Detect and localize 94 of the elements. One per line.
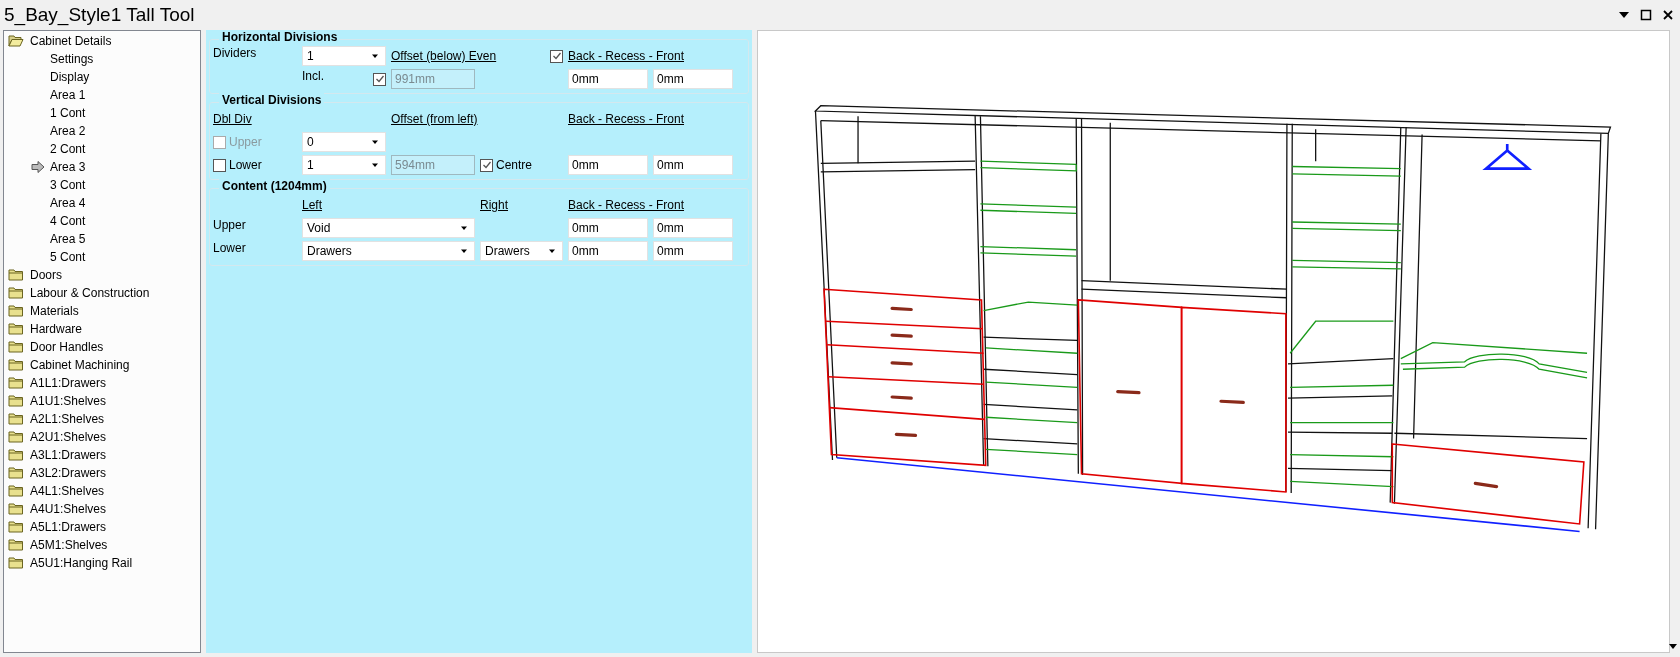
- folder-icon: [8, 376, 24, 390]
- checkbox[interactable]: [373, 72, 386, 86]
- caret-icon: [460, 224, 468, 232]
- input-field[interactable]: 0mm: [653, 69, 733, 89]
- input-field[interactable]: 0mm: [653, 155, 733, 175]
- dropdown[interactable]: Drawers: [302, 241, 475, 261]
- tree-item[interactable]: 1 Cont: [4, 104, 86, 122]
- tree-item[interactable]: A3L2:Drawers: [4, 464, 107, 482]
- window-title: 5_Bay_Style1 Tall Tool: [4, 4, 195, 26]
- dropdown[interactable]: 1: [302, 46, 386, 66]
- tree-item[interactable]: A5L1:Drawers: [4, 518, 107, 536]
- folder-icon: [8, 448, 24, 462]
- caret-icon: [548, 247, 556, 255]
- input-field[interactable]: 0mm: [653, 218, 733, 238]
- column-heading: Left: [302, 198, 322, 212]
- tree-item[interactable]: A2L1:Shelves: [4, 410, 105, 428]
- dropdown[interactable]: 1: [302, 155, 386, 175]
- folder-icon: [8, 556, 24, 570]
- tree-item[interactable]: Display: [4, 68, 90, 86]
- tree-item[interactable]: Cabinet Details: [4, 32, 112, 50]
- tree-item[interactable]: Area 4: [4, 194, 86, 212]
- tree-item[interactable]: A2U1:Shelves: [4, 428, 107, 446]
- tree-item[interactable]: Hardware: [4, 320, 83, 338]
- open-folder-icon: [8, 34, 24, 48]
- caret-icon: [460, 247, 468, 255]
- tree-item[interactable]: Cabinet Machining: [4, 356, 130, 374]
- column-heading: Right: [480, 198, 508, 212]
- close-icon[interactable]: [1662, 9, 1674, 21]
- tree-item[interactable]: Settings: [4, 50, 94, 68]
- tree-item[interactable]: A1U1:Shelves: [4, 392, 107, 410]
- caret-icon: [371, 138, 379, 146]
- group-title: Horizontal Divisions: [219, 30, 341, 44]
- tree-item[interactable]: A5M1:Shelves: [4, 536, 108, 554]
- folder-icon: [8, 466, 24, 480]
- tree-item[interactable]: A5U1:Hanging Rail: [4, 554, 133, 572]
- group-title: Content (1204mm): [219, 179, 330, 193]
- tree-item[interactable]: Area 1: [4, 86, 86, 104]
- checkbox[interactable]: [550, 49, 563, 63]
- tree-item[interactable]: 4 Cont: [4, 212, 86, 230]
- tree-item[interactable]: Area 2: [4, 122, 86, 140]
- maximize-icon[interactable]: [1640, 9, 1652, 21]
- tree-item[interactable]: 2 Cont: [4, 140, 86, 158]
- checkbox-label: Upper: [229, 135, 262, 149]
- column-heading: Offset (from left): [391, 112, 478, 126]
- dropdown[interactable]: 0: [302, 132, 386, 152]
- dropdown[interactable]: Void: [302, 218, 475, 238]
- input-field[interactable]: 0mm: [568, 241, 648, 261]
- column-heading: Back - Recess - Front: [568, 198, 685, 212]
- field-label: Lower: [213, 241, 246, 255]
- tree-item[interactable]: A4L1:Shelves: [4, 482, 105, 500]
- caret-icon: [371, 161, 379, 169]
- tree-item[interactable]: Materials: [4, 302, 79, 320]
- folder-icon: [8, 286, 24, 300]
- folder-icon: [8, 484, 24, 498]
- folder-icon: [8, 394, 24, 408]
- caret-icon: [371, 52, 379, 60]
- field-label: Dividers: [213, 46, 257, 60]
- column-heading: Back - Recess - Front: [568, 49, 685, 63]
- tree-item[interactable]: Door Handles: [4, 338, 104, 356]
- arrow-icon: [30, 160, 46, 174]
- column-heading: Dbl Div: [213, 112, 252, 126]
- folder-icon: [8, 502, 24, 516]
- tree-item[interactable]: A1L1:Drawers: [4, 374, 107, 392]
- field-label: Incl.: [302, 69, 324, 83]
- tree-item[interactable]: 3 Cont: [4, 176, 86, 194]
- column-heading: Back - Recess - Front: [568, 112, 685, 126]
- tree-item[interactable]: Area 3: [4, 158, 86, 176]
- folder-icon: [8, 322, 24, 336]
- tree-item[interactable]: Doors: [4, 266, 62, 284]
- checkbox-label: Centre: [496, 158, 533, 172]
- checkbox[interactable]: [480, 158, 493, 172]
- folder-icon: [8, 520, 24, 534]
- folder-icon: [8, 412, 24, 426]
- folder-icon: [8, 538, 24, 552]
- tree-item[interactable]: 5 Cont: [4, 248, 86, 266]
- folder-icon: [8, 304, 24, 318]
- input-field[interactable]: 0mm: [568, 155, 648, 175]
- input-field[interactable]: 0mm: [568, 69, 648, 89]
- field-label: Upper: [213, 218, 246, 232]
- group-title: Vertical Divisions: [219, 93, 325, 107]
- tree-item[interactable]: Area 5: [4, 230, 86, 248]
- folder-icon: [8, 268, 24, 282]
- folder-icon: [8, 340, 24, 354]
- column-heading: Offset (below) Even: [391, 49, 497, 63]
- checkbox[interactable]: [213, 158, 226, 172]
- folder-icon: [8, 358, 24, 372]
- checkbox-label: Lower: [229, 158, 262, 172]
- tree-item[interactable]: A3L1:Drawers: [4, 446, 107, 464]
- folder-icon: [8, 430, 24, 444]
- tree-item[interactable]: A4U1:Shelves: [4, 500, 107, 518]
- input-field[interactable]: 0mm: [653, 241, 733, 261]
- tree-item[interactable]: Labour & Construction: [4, 284, 150, 302]
- input-field[interactable]: 0mm: [568, 218, 648, 238]
- dropdown[interactable]: Drawers: [480, 241, 563, 261]
